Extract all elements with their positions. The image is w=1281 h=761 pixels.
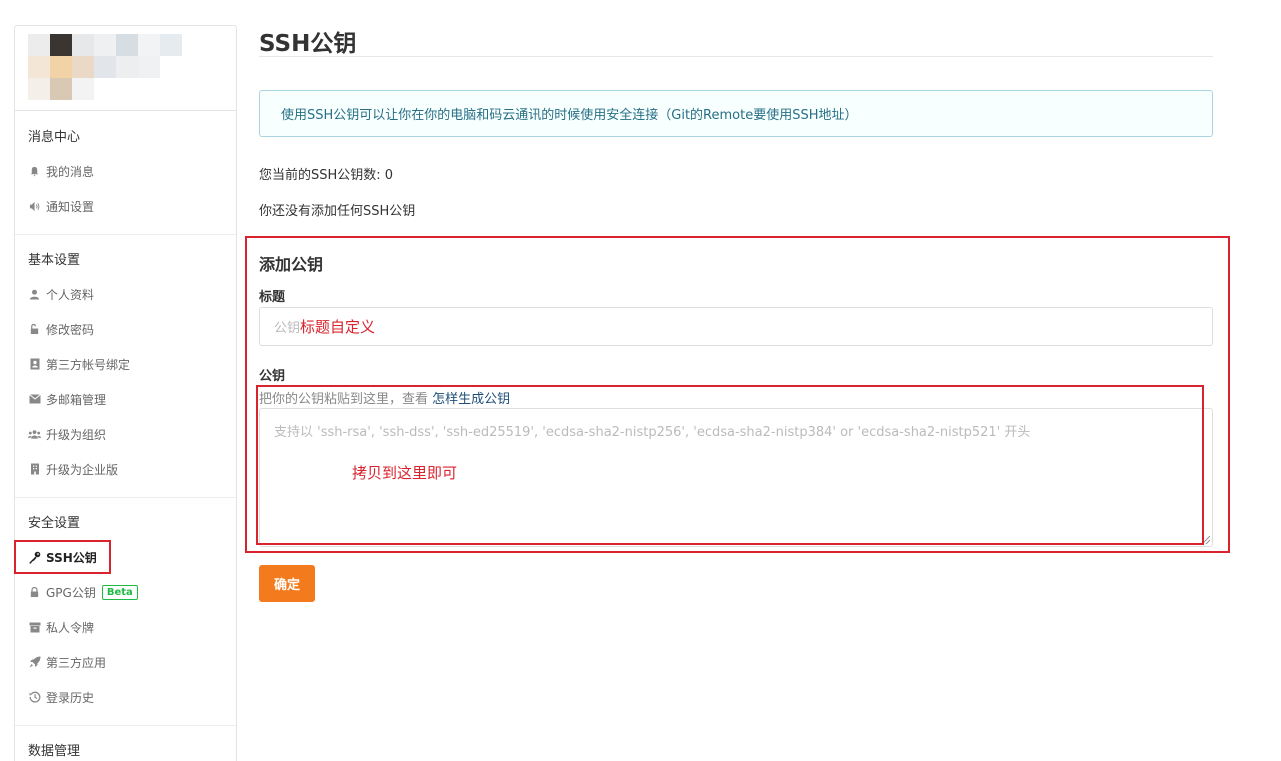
info-message: 使用SSH公钥可以让你在你的电脑和码云通讯的时候使用安全连接（Git的Remot… (259, 90, 1213, 137)
rocket-icon (28, 656, 41, 669)
sidebar-item-label: 多邮箱管理 (46, 392, 107, 407)
sidebar-item-label: 个人资料 (46, 287, 95, 302)
contact-card-icon (28, 358, 41, 371)
sidebar-item-upgrade-org[interactable]: 升级为组织 (28, 425, 106, 443)
group-title-messages: 消息中心 (28, 130, 81, 145)
sidebar-item-label: 第三方帐号绑定 (46, 357, 131, 372)
sidebar-item-login-history[interactable]: 登录历史 (28, 688, 94, 706)
building-icon (28, 463, 41, 476)
key-annotation: 拷贝到这里即可 (352, 464, 458, 482)
users-icon (28, 428, 41, 441)
sidebar-item-multi-email[interactable]: 多邮箱管理 (28, 390, 106, 408)
title-divider (259, 56, 1213, 57)
sidebar-item-label: GPG公钥 (46, 585, 96, 600)
sidebar-item-private-tokens[interactable]: 私人令牌 (28, 618, 94, 636)
ssh-key-count: 您当前的SSH公钥数: 0 (259, 168, 394, 183)
sidebar-item-gpg-keys[interactable]: GPG公钥 Beta (28, 583, 138, 601)
group-divider (15, 725, 236, 726)
group-title-basic: 基本设置 (28, 253, 81, 268)
submit-button[interactable]: 确定 (259, 565, 315, 602)
bell-icon (28, 165, 41, 178)
group-title-data: 数据管理 (28, 744, 81, 759)
envelope-icon (28, 393, 41, 406)
beta-badge: Beta (101, 584, 138, 600)
title-input[interactable]: 公钥 标题自定义 (259, 307, 1213, 346)
avatar-divider (15, 110, 236, 111)
add-key-heading: 添加公钥 (259, 255, 324, 274)
lock-icon (28, 586, 41, 599)
highlight-ssh-nav (14, 540, 111, 574)
sidebar-item-label: 我的消息 (46, 164, 95, 179)
sidebar-item-label: 第三方应用 (46, 655, 107, 670)
sidebar-item-third-party-apps[interactable]: 第三方应用 (28, 653, 106, 671)
avatar[interactable] (28, 34, 184, 102)
sidebar-item-label: 登录历史 (46, 690, 95, 705)
sidebar: 消息中心 我的消息 通知设置 基本设置 个人资料 修改密码 第三方帐号绑定 多邮… (14, 25, 237, 761)
sidebar-item-notify-settings[interactable]: 通知设置 (28, 197, 94, 215)
page-title: SSH公钥 (259, 31, 357, 57)
sidebar-item-label: 修改密码 (46, 322, 95, 337)
sidebar-item-third-party-binding[interactable]: 第三方帐号绑定 (28, 355, 130, 373)
empty-state-text: 你还没有添加任何SSH公钥 (259, 204, 416, 219)
title-annotation: 标题自定义 (300, 318, 376, 336)
user-icon (28, 288, 41, 301)
key-label: 公钥 (259, 369, 286, 384)
sidebar-item-label: 升级为企业版 (46, 462, 119, 477)
sidebar-item-label: 通知设置 (46, 199, 95, 214)
sidebar-item-change-password[interactable]: 修改密码 (28, 320, 94, 338)
archive-icon (28, 621, 41, 634)
group-divider (15, 497, 236, 498)
unlock-icon (28, 323, 41, 336)
sidebar-item-my-messages[interactable]: 我的消息 (28, 162, 94, 180)
speaker-icon (28, 200, 41, 213)
title-placeholder: 公钥 (274, 321, 301, 336)
title-label: 标题 (259, 290, 286, 305)
sidebar-item-label: 升级为组织 (46, 427, 107, 442)
sidebar-item-upgrade-enterprise[interactable]: 升级为企业版 (28, 460, 118, 478)
sidebar-item-label: 私人令牌 (46, 620, 95, 635)
history-icon (28, 691, 41, 704)
group-title-security: 安全设置 (28, 516, 81, 531)
info-text: 使用SSH公钥可以让你在你的电脑和码云通讯的时候使用安全连接（Git的Remot… (281, 108, 858, 123)
sidebar-item-profile[interactable]: 个人资料 (28, 285, 94, 303)
group-divider (15, 234, 236, 235)
